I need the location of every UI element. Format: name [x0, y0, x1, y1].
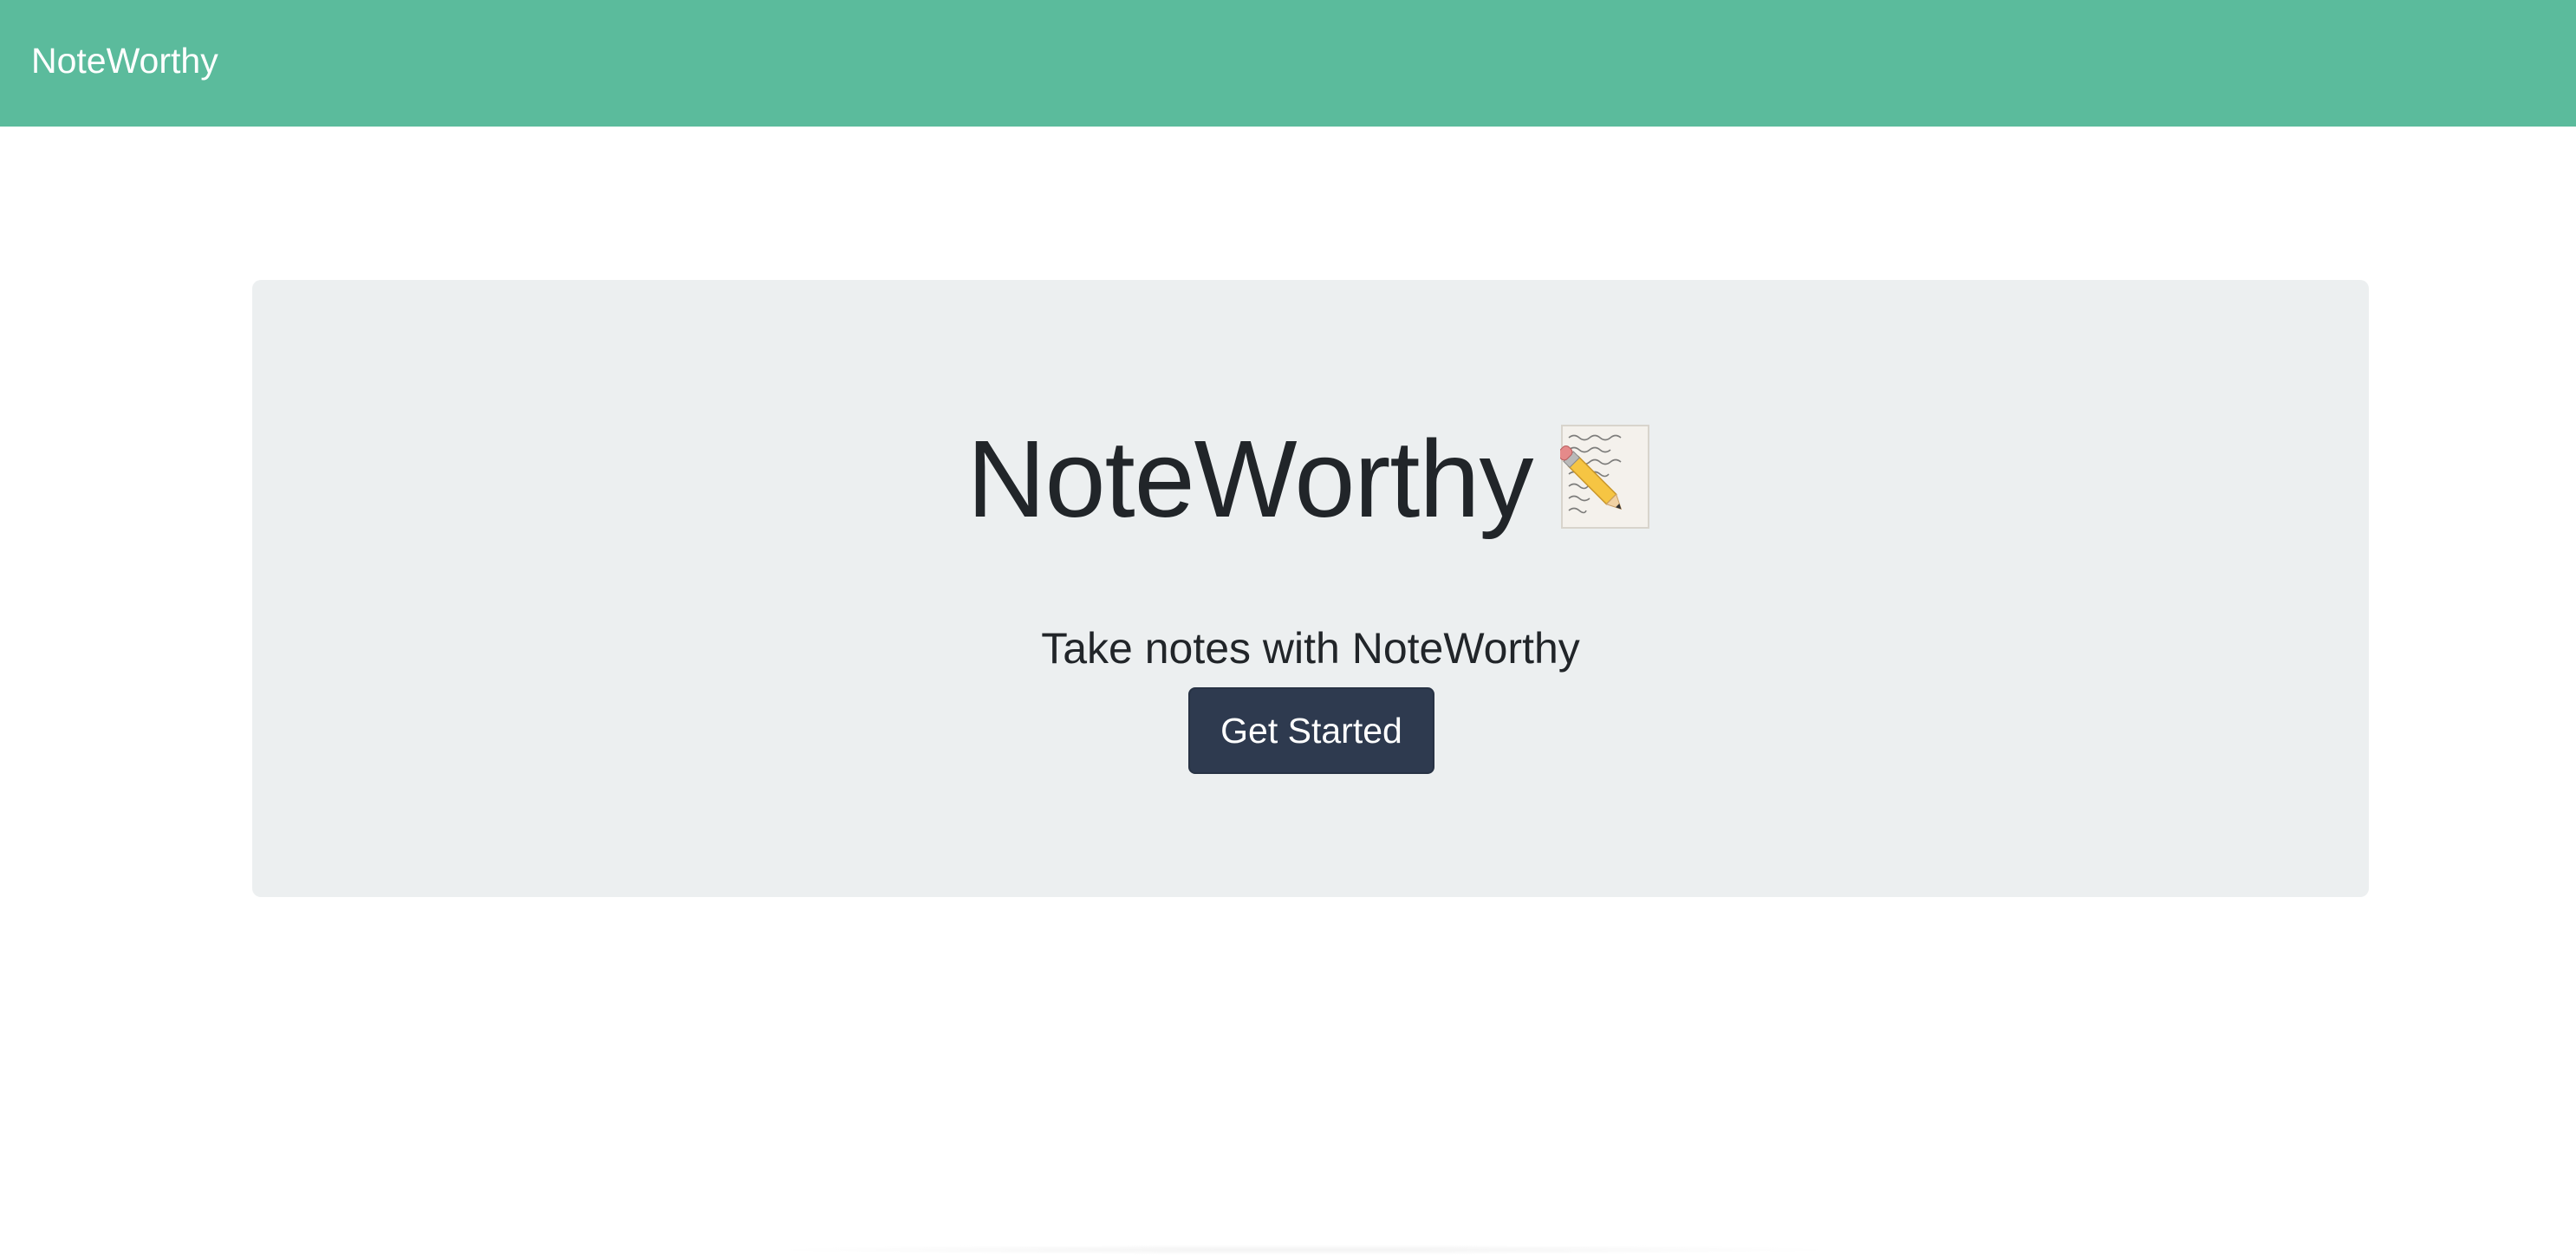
memo-icon	[1560, 425, 1650, 529]
hero-panel: NoteWorthy Take notes with NoteWorthy Ge…	[252, 280, 2369, 897]
get-started-button[interactable]: Get Started	[1188, 687, 1434, 774]
brand-link[interactable]: NoteWorthy	[31, 35, 218, 87]
page-bottom-shadow	[763, 1245, 1846, 1255]
top-navbar: NoteWorthy	[0, 0, 2576, 127]
hero-subtitle: Take notes with NoteWorthy	[1041, 624, 1580, 673]
page-title: NoteWorthy	[966, 418, 1534, 540]
hero-title-row: NoteWorthy	[252, 410, 2369, 549]
